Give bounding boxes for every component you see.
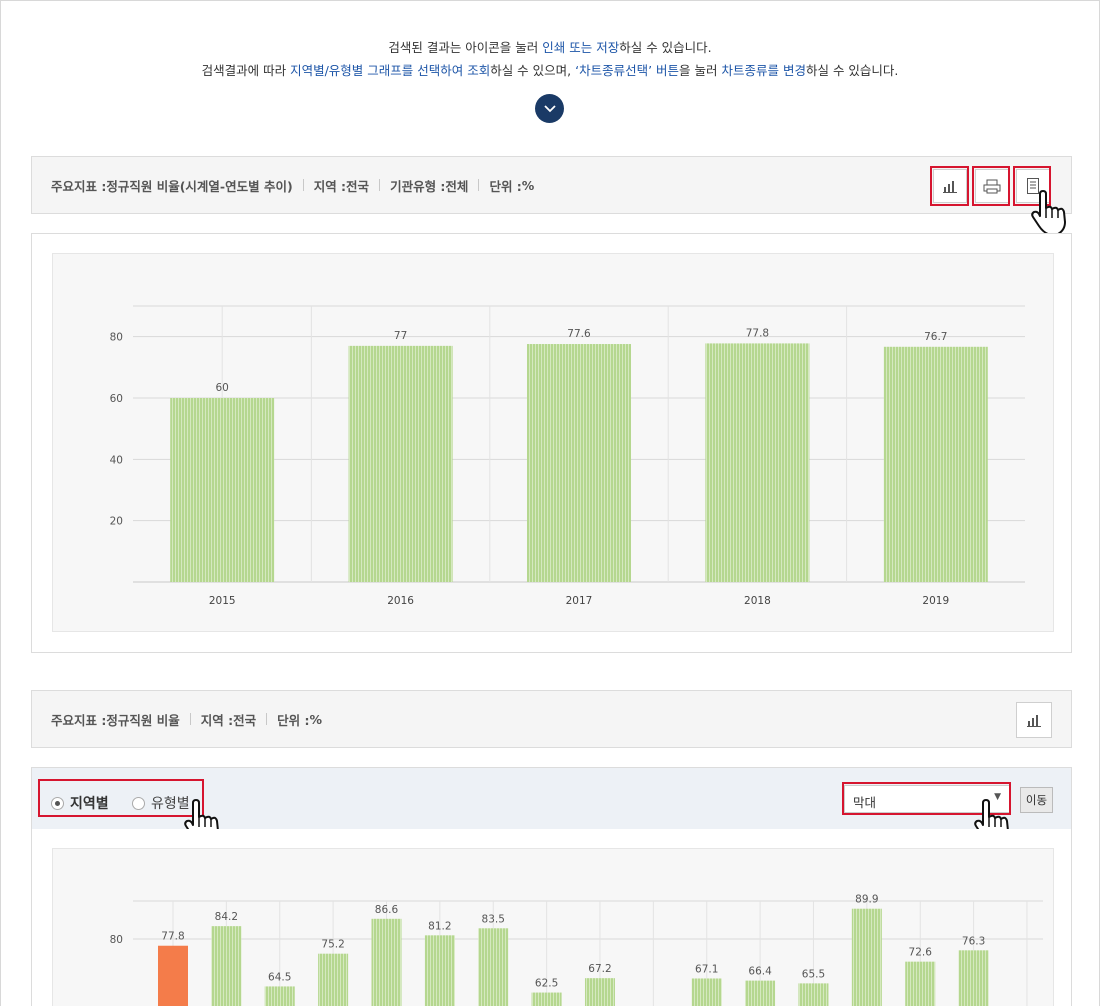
y-tick-label: 40	[110, 454, 123, 466]
bar[interactable]	[691, 978, 722, 1006]
separator	[302, 179, 304, 191]
intro-text-part: 하실 수 있으며,	[490, 63, 576, 78]
hand-pointer-icon	[1031, 190, 1066, 235]
bar[interactable]	[478, 928, 509, 1006]
intro-text-part: 하실 수 있습니다.	[619, 40, 712, 55]
separator	[189, 713, 191, 725]
intro-line-2: 검색결과에 따라 지역별/유형별 그래프를 선택하여 조회하실 수 있으며, ‘…	[0, 59, 1100, 82]
data-label: 64.5	[268, 971, 291, 983]
indicator-value: 정규직원 비율	[106, 712, 180, 728]
bar[interactable]	[371, 918, 402, 1006]
region-label: 지역 :	[200, 712, 234, 728]
bar-chart-icon	[1027, 715, 1041, 727]
intro-highlight-chart-change: 차트종류를 변경	[721, 63, 806, 78]
intro-highlight-chart-button: ‘차트종류선택’ 버튼	[575, 63, 680, 78]
x-tick-label: 2018	[744, 595, 771, 607]
data-label: 67.2	[588, 963, 611, 975]
indicator-label: 주요지표 :	[51, 178, 107, 194]
data-label: 77.8	[161, 931, 184, 943]
unit-value: %	[309, 711, 322, 727]
unit-label: 단위 :	[277, 712, 310, 728]
y-tick-label: 80	[110, 934, 123, 946]
indicator-value: 정규직원 비율(시계열-연도별 추이)	[106, 178, 293, 194]
highlight-radio-group	[38, 779, 204, 817]
bar[interactable]	[531, 992, 562, 1006]
bar[interactable]	[584, 978, 615, 1006]
data-label: 77	[394, 330, 407, 342]
unit-label: 단위 :	[489, 178, 522, 194]
bar[interactable]	[958, 950, 989, 1006]
bar-chart-regional: 80 77.8 84.2 64.5 75.2 86.6 81.2 83.5 62.5 67.2 67…	[110, 894, 1043, 1006]
separator	[379, 179, 381, 191]
highlight-chart-select	[930, 166, 969, 206]
intro-text: 검색된 결과는 아이콘을 눌러 인쇄 또는 저장하실 수 있습니다. 검색결과에…	[0, 36, 1100, 82]
bar[interactable]	[348, 345, 453, 582]
y-tick-label: 80	[110, 332, 123, 344]
bar[interactable]	[527, 344, 631, 582]
data-label: 84.2	[215, 911, 238, 923]
intro-highlight-print-save: 인쇄 또는 저장	[542, 40, 620, 55]
bar[interactable]	[264, 986, 295, 1006]
data-label: 81.2	[428, 920, 451, 932]
x-tick-label: 2015	[209, 595, 236, 607]
move-button[interactable]: 이동	[1020, 787, 1053, 813]
bar[interactable]	[798, 983, 829, 1006]
data-label: 83.5	[482, 913, 505, 925]
chart-panel-2: 80 77.8 84.2 64.5 75.2 86.6 81.2 83.5 62.5 67.2 67…	[31, 829, 1072, 1006]
bar-chart-yearly: 20 40 60 80 60 2015 77 2016 77.6 2017 77.8 2018 76.7…	[110, 305, 1025, 607]
unit-value: %	[521, 177, 535, 193]
bar[interactable]	[318, 953, 349, 1006]
data-label: 66.4	[748, 966, 772, 978]
bar[interactable]	[851, 908, 882, 1006]
bar[interactable]	[705, 343, 810, 582]
bar[interactable]	[905, 961, 936, 1006]
type-label: 기관유형 :	[390, 178, 446, 194]
indicator-label: 주요지표 :	[51, 712, 107, 728]
bar[interactable]	[424, 935, 455, 1006]
region-label: 지역 :	[313, 178, 347, 194]
bar[interactable]	[211, 926, 242, 1006]
intro-text-part: 하실 수 있습니다.	[805, 63, 899, 78]
x-tick-label: 2016	[387, 595, 414, 607]
data-label: 86.6	[375, 904, 399, 916]
data-label: 72.6	[909, 947, 933, 959]
y-tick-label: 20	[110, 516, 123, 528]
bar[interactable]	[170, 398, 275, 582]
indicator-info-bar-2: 주요지표 : 정규직원 비율 지역 : 전국 단위 : %	[31, 690, 1072, 748]
chart-area-1: 20 40 60 80 60 2015 77 2016 77.6 2017 77.8 2018 76.7…	[52, 253, 1054, 632]
chart-panel-1: 20 40 60 80 60 2015 77 2016 77.6 2017 77.8 2018 76.7…	[31, 233, 1072, 653]
x-tick-label: 2017	[566, 595, 593, 607]
bar-highlighted[interactable]	[158, 945, 188, 1006]
region-value: 전국	[233, 712, 257, 728]
highlight-print	[972, 166, 1010, 206]
data-label: 75.2	[321, 939, 344, 951]
chart-area-2: 80 77.8 84.2 64.5 75.2 86.6 81.2 83.5 62.5 67.2 67…	[52, 848, 1054, 1006]
intro-highlight-graph-select: 지역별/유형별 그래프를 선택하여 조회	[290, 63, 491, 78]
data-label: 62.5	[535, 978, 558, 990]
separator	[478, 179, 480, 191]
intro-text-part: 검색결과에 따라	[201, 63, 291, 78]
bar[interactable]	[745, 980, 776, 1006]
x-tick-label: 2019	[922, 595, 949, 607]
y-tick-label: 60	[110, 393, 123, 405]
data-label: 77.8	[746, 327, 769, 339]
data-label: 65.5	[802, 968, 825, 980]
intro-text-part: 을 눌러	[679, 63, 722, 78]
data-label: 76.3	[962, 935, 985, 947]
separator	[266, 713, 268, 725]
data-label: 89.9	[855, 894, 878, 906]
intro-line-1: 검색된 결과는 아이콘을 눌러 인쇄 또는 저장하실 수 있습니다.	[0, 36, 1100, 59]
indicator-info-bar: 주요지표 : 정규직원 비율(시계열-연도별 추이) 지역 : 전국 기관유형 …	[31, 156, 1072, 214]
data-label: 60	[216, 382, 229, 394]
intro-text-part: 검색된 결과는 아이콘을 눌러	[388, 40, 543, 55]
data-label: 77.6	[567, 328, 591, 340]
region-value: 전국	[346, 178, 370, 194]
data-label: 76.7	[924, 331, 947, 343]
chevron-down-icon	[543, 104, 556, 112]
chart-select-button-2[interactable]	[1016, 702, 1052, 738]
bar[interactable]	[883, 346, 988, 582]
expand-button[interactable]	[535, 94, 564, 123]
data-label: 67.1	[695, 963, 718, 975]
type-value: 전체	[445, 178, 469, 194]
